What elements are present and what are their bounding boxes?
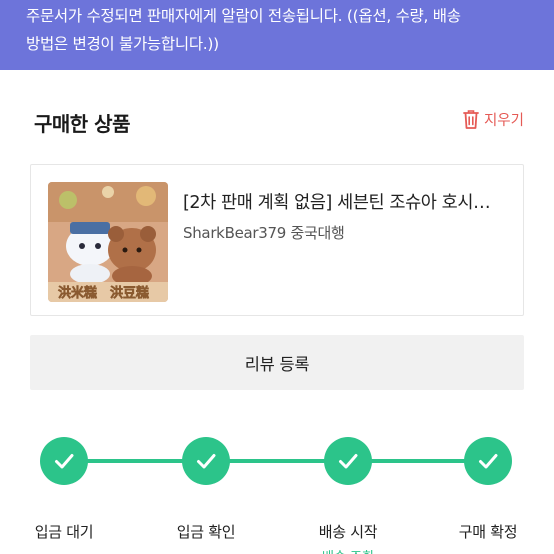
review-register-button[interactable]: 리뷰 등록 [30,335,524,390]
trash-icon [461,108,481,130]
delete-label: 지우기 [483,112,524,129]
step-label: 구매 확정 [458,523,518,541]
purchased-products-header: 구매한 상품 지우기 [0,100,554,144]
product-thumbnail[interactable]: 洪米糕 洪豆糕 [48,182,168,302]
notice-line-1: 주문서가 수정되면 판매자에게 알람이 전송됩니다. ((옵션, 수량, 배송 [26,7,461,25]
step-shipping-started: 배송 시작 배송 조회 [298,434,398,554]
product-seller: SharkBear379 중국대행 [183,224,345,242]
product-title[interactable]: [2차 판매 계획 없음] 세븐틴 조슈아 호시 인형 [183,189,493,214]
step-payment-confirmed: 입금 확인 [156,434,256,542]
step-label: 입금 확인 [176,523,236,541]
check-icon [40,437,88,485]
step-label: 배송 시작 [318,523,378,541]
section-title: 구매한 상품 [34,112,130,136]
order-edit-notice-banner: 주문서가 수정되면 판매자에게 알람이 전송됩니다. ((옵션, 수량, 배송 … [0,0,554,70]
check-icon [182,437,230,485]
order-detail-page: 주문서가 수정되면 판매자에게 알람이 전송됩니다. ((옵션, 수량, 배송 … [0,0,554,554]
track-shipment-link[interactable]: 배송 조회 [298,546,398,554]
product-card[interactable]: 洪米糕 洪豆糕 [2차 판매 계획 없음] 세븐틴 조슈아 호시 인형 Shar… [30,164,524,316]
thumb-label-1: 洪米糕 [58,285,97,301]
step-payment-pending: 입금 대기 [14,434,114,542]
order-progress-steps: 입금 대기 입금 확인 배송 시작 배송 조회 구매 확정 [0,434,554,554]
thumb-label-2: 洪豆糕 [110,285,149,301]
notice-line-2: 방법은 변경이 불가능합니다.)) [26,35,219,53]
step-label: 입금 대기 [34,523,94,541]
delete-button[interactable]: 지우기 [461,106,524,132]
check-icon [464,437,512,485]
step-purchase-confirmed: 구매 확정 [438,434,538,542]
check-icon [324,437,372,485]
